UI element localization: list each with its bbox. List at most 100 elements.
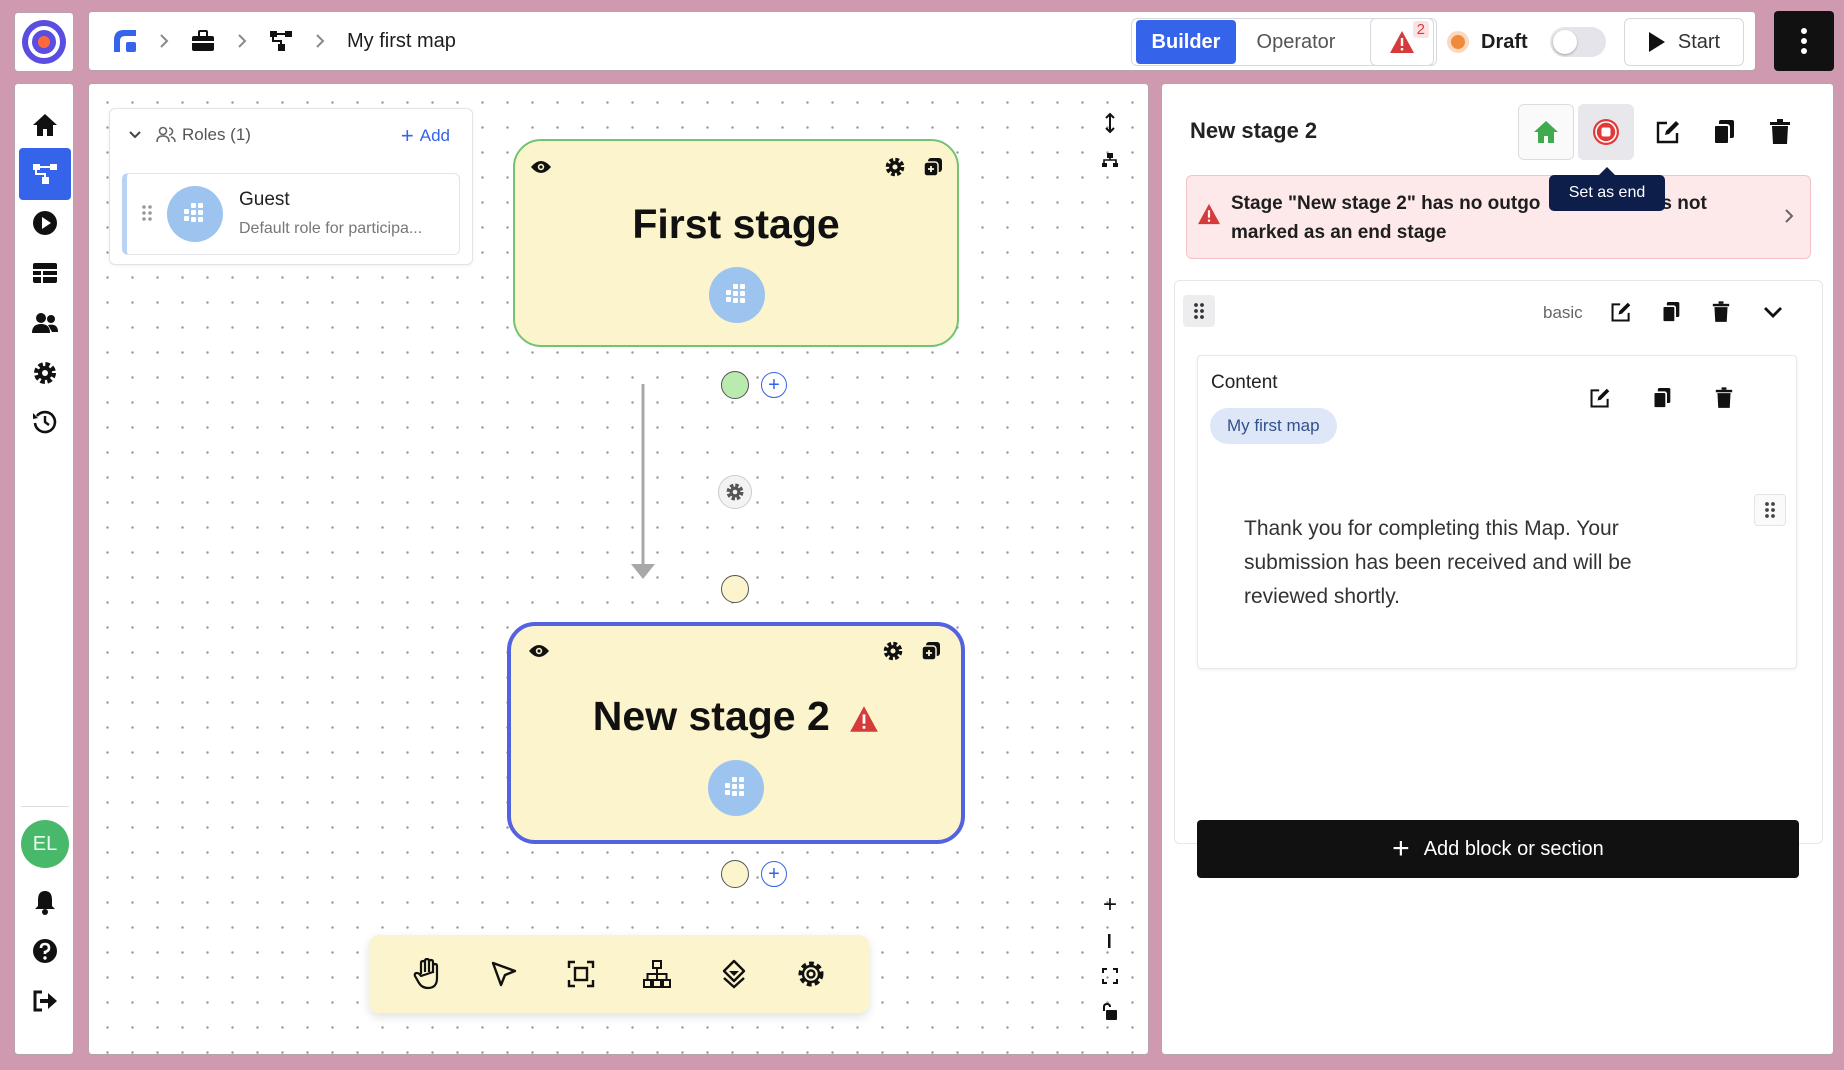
map-flow-icon[interactable] bbox=[263, 23, 299, 59]
add-connection-button[interactable]: + bbox=[761, 372, 787, 398]
chevron-right-icon bbox=[153, 30, 175, 52]
copy-icon[interactable] bbox=[1706, 114, 1742, 150]
home-icon bbox=[33, 114, 57, 136]
sidebar-item-run[interactable] bbox=[19, 197, 71, 249]
pointer-icon[interactable] bbox=[482, 952, 526, 996]
stop-circle-icon bbox=[1593, 119, 1619, 145]
block-type-label: basic bbox=[1543, 303, 1583, 322]
eye-icon[interactable] bbox=[527, 153, 555, 181]
lock-view-icon[interactable] bbox=[1096, 998, 1124, 1026]
content-text[interactable]: Thank you for completing this Map. Your … bbox=[1244, 512, 1704, 614]
sidebar-item-logout[interactable] bbox=[19, 975, 71, 1027]
plus-icon: + bbox=[400, 123, 414, 148]
user-avatar[interactable]: EL bbox=[21, 820, 69, 868]
sidebar-item-settings[interactable] bbox=[19, 347, 71, 399]
role-name: Guest bbox=[239, 189, 290, 210]
sidebar-item-home[interactable] bbox=[19, 99, 71, 151]
drag-handle-icon[interactable] bbox=[1183, 295, 1215, 327]
eye-icon[interactable] bbox=[525, 637, 553, 665]
sidebar-item-notifications[interactable] bbox=[19, 876, 71, 928]
set-as-start-button[interactable] bbox=[1518, 104, 1574, 160]
input-handle[interactable] bbox=[721, 575, 749, 603]
home-logo-icon[interactable] bbox=[107, 23, 143, 59]
chevron-down-icon[interactable] bbox=[1757, 296, 1789, 328]
start-label: Start bbox=[1677, 30, 1721, 53]
duplicate-icon[interactable] bbox=[919, 153, 947, 181]
stage-title: First stage bbox=[632, 201, 840, 247]
duplicate-icon[interactable] bbox=[917, 637, 945, 665]
add-block-button[interactable]: + Add block or section bbox=[1197, 820, 1799, 878]
operator-mode-button[interactable]: Operator bbox=[1236, 20, 1356, 64]
output-handle[interactable] bbox=[721, 860, 749, 888]
stage-card-first-stage[interactable]: First stage bbox=[513, 139, 959, 347]
edit-icon[interactable] bbox=[1605, 296, 1637, 328]
trash-icon[interactable] bbox=[1762, 114, 1798, 150]
app-logo[interactable] bbox=[14, 12, 74, 72]
zoom-in-icon[interactable]: + bbox=[1096, 891, 1124, 919]
stage-title-row: New stage 2 bbox=[511, 693, 961, 740]
users-outline-icon bbox=[156, 126, 176, 143]
layers-icon[interactable] bbox=[712, 952, 756, 996]
grid-dots-icon bbox=[725, 777, 744, 796]
gear-icon[interactable] bbox=[881, 153, 909, 181]
sidebar-item-maps[interactable] bbox=[19, 148, 71, 200]
sidebar-item-tables[interactable] bbox=[19, 247, 71, 299]
auto-layout-icon[interactable] bbox=[1096, 146, 1124, 174]
chevron-right-icon bbox=[1785, 209, 1794, 223]
drag-handle-icon[interactable] bbox=[1754, 494, 1786, 526]
canvas-toolbar bbox=[369, 935, 869, 1013]
edit-icon[interactable] bbox=[1650, 114, 1686, 150]
edit-icon[interactable] bbox=[1584, 382, 1616, 414]
role-description: Default role for participa... bbox=[239, 220, 423, 237]
trash-icon[interactable] bbox=[1705, 296, 1737, 328]
stage-connector[interactable] bbox=[609, 364, 689, 624]
help-icon bbox=[33, 939, 57, 963]
drag-handle-icon[interactable] bbox=[141, 204, 153, 222]
tree-icon[interactable] bbox=[635, 952, 679, 996]
briefcase-icon[interactable] bbox=[185, 23, 221, 59]
sidebar-item-help[interactable] bbox=[19, 925, 71, 977]
chevron-down-icon[interactable] bbox=[128, 130, 142, 140]
sidebar-item-users[interactable] bbox=[19, 297, 71, 349]
output-handle[interactable] bbox=[721, 371, 749, 399]
content-block: basic Content My first map Thank you for… bbox=[1174, 280, 1823, 878]
add-role-button[interactable]: + Add bbox=[401, 125, 450, 147]
warning-icon bbox=[1198, 203, 1220, 225]
table-icon bbox=[33, 263, 57, 283]
play-icon bbox=[1648, 32, 1665, 52]
fit-view-icon[interactable] bbox=[1096, 962, 1124, 990]
stage-card-new-stage-2[interactable]: New stage 2 bbox=[507, 622, 965, 844]
top-bar: My first map Builder Operator 2 Draft St… bbox=[88, 11, 1756, 71]
frame-icon[interactable] bbox=[559, 952, 603, 996]
more-menu-button[interactable] bbox=[1774, 11, 1834, 71]
publish-toggle[interactable] bbox=[1549, 27, 1606, 57]
stage-role-avatar bbox=[709, 267, 765, 323]
copy-icon[interactable] bbox=[1655, 296, 1687, 328]
breadcrumb-current[interactable]: My first map bbox=[347, 30, 456, 53]
start-button[interactable]: Start bbox=[1624, 18, 1744, 66]
role-card-guest[interactable]: Guest Default role for participa... bbox=[122, 173, 460, 255]
gear-icon[interactable] bbox=[789, 952, 833, 996]
sidebar-item-history[interactable] bbox=[19, 396, 71, 448]
gear-icon[interactable] bbox=[879, 637, 907, 665]
home-icon bbox=[1534, 121, 1558, 143]
set-as-end-button[interactable] bbox=[1578, 104, 1634, 160]
warnings-button[interactable]: 2 bbox=[1370, 18, 1434, 66]
trash-icon[interactable] bbox=[1708, 382, 1740, 414]
copy-icon[interactable] bbox=[1646, 382, 1678, 414]
sidebar-divider bbox=[21, 806, 69, 807]
grid-dots-icon bbox=[726, 284, 745, 303]
play-circle-icon bbox=[33, 211, 57, 235]
add-connection-button[interactable]: + bbox=[761, 861, 787, 887]
connection-settings-button[interactable] bbox=[718, 475, 752, 509]
hand-icon[interactable] bbox=[405, 952, 449, 996]
vertical-layout-icon[interactable] bbox=[1096, 109, 1124, 137]
warning-icon bbox=[1390, 31, 1414, 53]
kebab-icon bbox=[1801, 28, 1807, 54]
map-canvas[interactable]: Roles (1) + Add Guest Default role for p… bbox=[88, 83, 1149, 1055]
status-dot bbox=[1447, 31, 1469, 53]
builder-mode-button[interactable]: Builder bbox=[1136, 20, 1236, 64]
stage-role-avatar bbox=[708, 760, 764, 816]
stage-warning-alert[interactable]: Stage "New stage 2" has no outgo ons but… bbox=[1186, 175, 1811, 259]
zoom-out-icon[interactable] bbox=[1096, 927, 1124, 955]
